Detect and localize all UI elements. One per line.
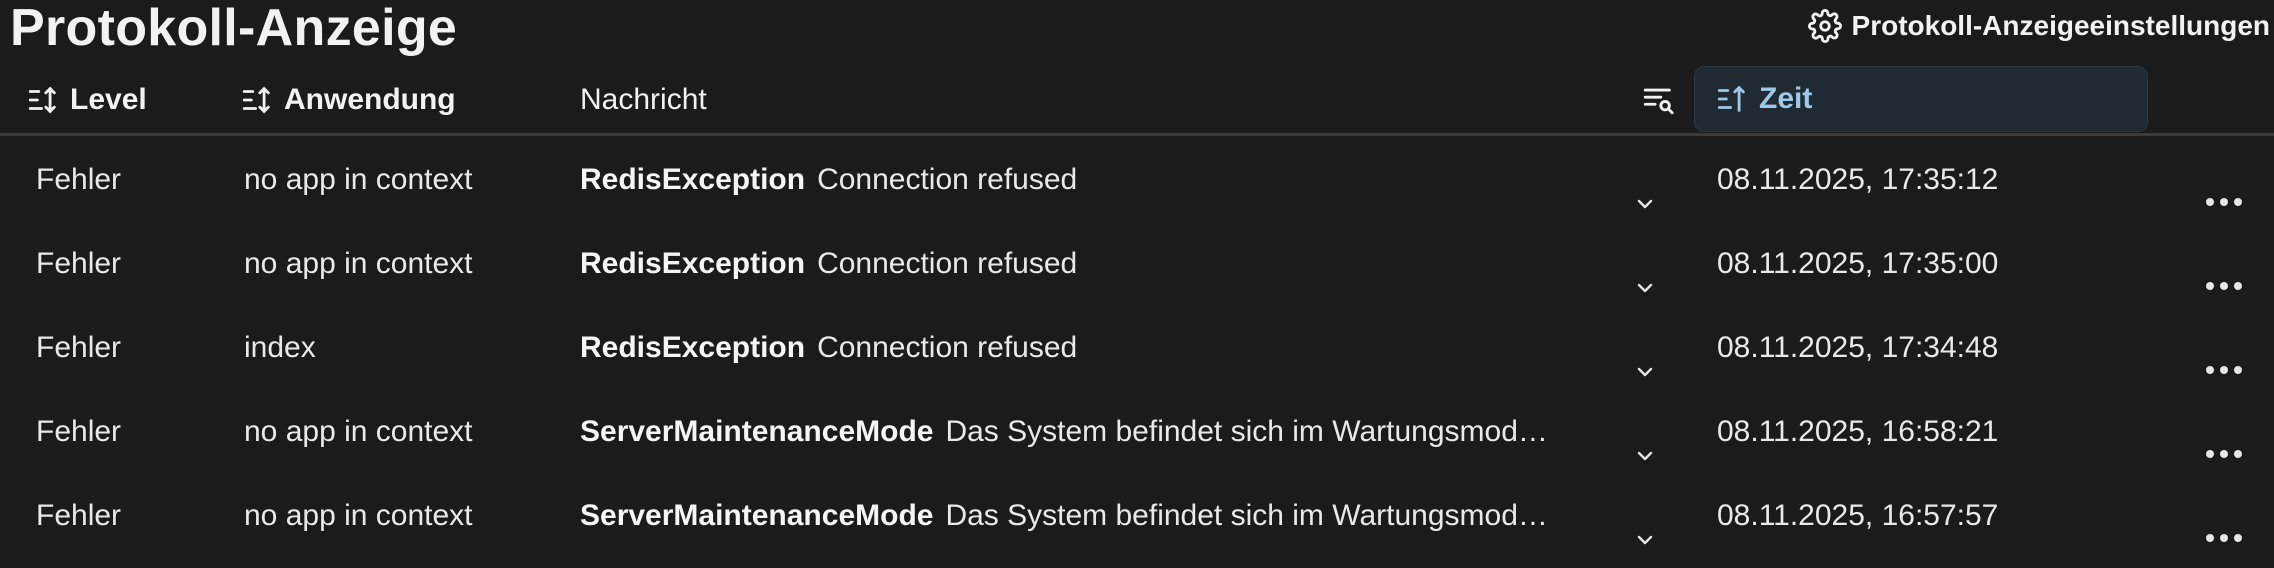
cell-message: ServerMaintenanceMode Das System befinde… <box>580 415 1548 449</box>
chevron-down-icon[interactable] <box>1630 528 1660 552</box>
column-label-app: Anwendung <box>284 83 456 116</box>
cell-level: Fehler <box>36 247 122 280</box>
cell-time: 08.11.2025, 17:34:48 <box>1717 331 1999 364</box>
message-text: Das System befindet sich im Wartungsmod… <box>945 499 1548 532</box>
table-row[interactable]: Fehler no app in context ServerMaintenan… <box>0 388 2274 472</box>
chevron-down-icon[interactable] <box>1630 444 1660 468</box>
column-label-time: Zeit <box>1759 82 1813 115</box>
table-row[interactable]: Fehler no app in context RedisException … <box>0 220 2274 304</box>
exception-name: RedisException <box>580 163 806 196</box>
cell-level: Fehler <box>36 415 122 448</box>
message-text: Connection refused <box>817 331 1078 364</box>
exception-name: RedisException <box>580 331 806 364</box>
cell-time: 08.11.2025, 16:58:21 <box>1717 415 1999 448</box>
cell-time: 08.11.2025, 17:35:12 <box>1717 163 1999 196</box>
column-header-level[interactable]: Level <box>26 66 147 134</box>
chevron-down-icon[interactable] <box>1630 360 1660 384</box>
table-row[interactable]: Fehler no app in context ServerMaintenan… <box>0 472 2274 556</box>
cell-message: RedisException Connection refused <box>580 163 1077 197</box>
settings-label: Protokoll-Anzeigeeinstellungen <box>1851 10 2270 41</box>
cell-level: Fehler <box>36 163 122 196</box>
message-text: Das System befindet sich im Wartungsmod… <box>945 415 1548 448</box>
table-row[interactable]: Fehler index RedisException Connection r… <box>0 304 2274 388</box>
page-title: Protokoll-Anzeige <box>10 0 458 57</box>
cell-time: 08.11.2025, 16:57:57 <box>1717 499 1999 532</box>
column-label-message: Nachricht <box>580 83 707 116</box>
sort-icon <box>242 86 270 114</box>
cell-app: no app in context <box>244 499 473 532</box>
filter-search-icon <box>1643 88 1674 115</box>
chevron-down-icon[interactable] <box>1630 276 1660 300</box>
cell-app: index <box>244 331 316 364</box>
log-table-body: Fehler no app in context RedisException … <box>0 136 2274 556</box>
settings-link[interactable]: Protokoll-Anzeigeeinstellungen <box>1807 8 2270 44</box>
sort-icon <box>28 86 56 114</box>
sort-icon <box>1717 85 1745 112</box>
more-horizontal-icon[interactable] <box>2206 276 2242 296</box>
cell-level: Fehler <box>36 499 122 532</box>
exception-name: ServerMaintenanceMode <box>580 499 934 532</box>
gear-icon <box>1807 9 1842 43</box>
exception-name: ServerMaintenanceMode <box>580 415 934 448</box>
cell-level: Fehler <box>36 331 122 364</box>
table-header: Level Anwendung Nachricht Zeit <box>0 66 2274 134</box>
cell-time: 08.11.2025, 17:35:00 <box>1717 247 1999 280</box>
cell-app: no app in context <box>244 415 473 448</box>
message-text: Connection refused <box>817 163 1078 196</box>
column-header-app[interactable]: Anwendung <box>240 66 456 134</box>
message-text: Connection refused <box>817 247 1078 280</box>
exception-name: RedisException <box>580 247 806 280</box>
more-horizontal-icon[interactable] <box>2206 360 2242 380</box>
cell-message: ServerMaintenanceMode Das System befinde… <box>580 499 1548 533</box>
filter-button[interactable] <box>1638 66 1678 134</box>
column-header-message: Nachricht <box>580 66 707 134</box>
cell-app: no app in context <box>244 247 473 280</box>
more-horizontal-icon[interactable] <box>2206 444 2242 464</box>
column-header-time[interactable]: Zeit <box>1694 66 2148 132</box>
column-label-level: Level <box>70 83 147 116</box>
table-row[interactable]: Fehler no app in context RedisException … <box>0 136 2274 220</box>
cell-message: RedisException Connection refused <box>580 331 1077 365</box>
cell-app: no app in context <box>244 163 473 196</box>
more-horizontal-icon[interactable] <box>2206 192 2242 212</box>
more-horizontal-icon[interactable] <box>2206 528 2242 548</box>
cell-message: RedisException Connection refused <box>580 247 1077 281</box>
chevron-down-icon[interactable] <box>1630 192 1660 216</box>
